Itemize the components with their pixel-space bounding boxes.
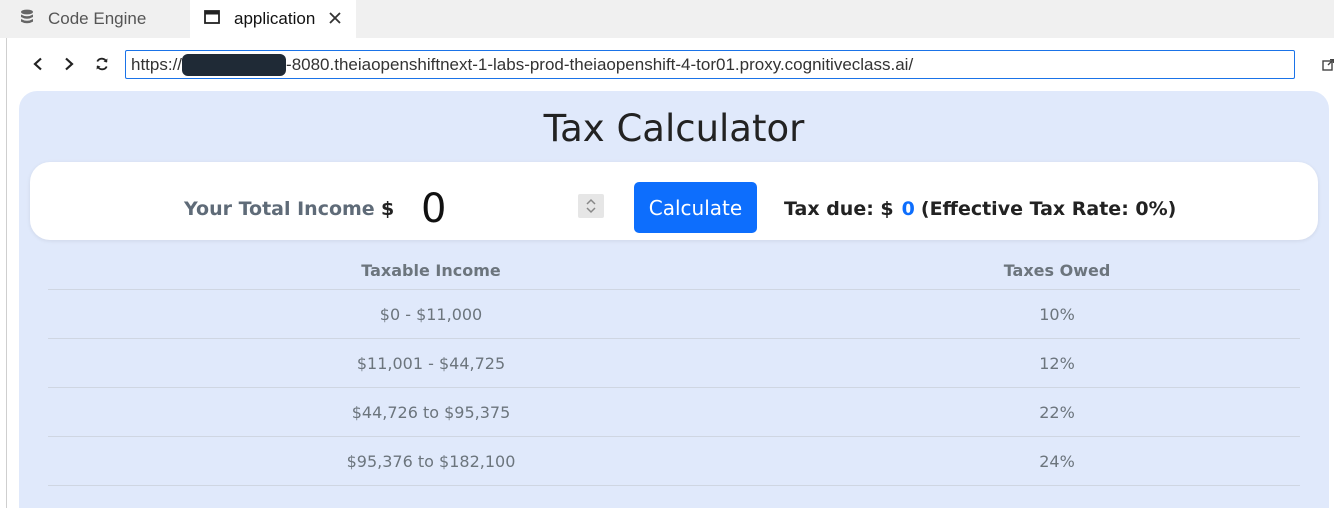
- table-row: $44,726 to $95,375 22%: [48, 388, 1300, 437]
- redacted-url-segment: [182, 53, 287, 76]
- url-prefix: https://: [131, 55, 183, 74]
- url-suffix: -8080.theiaopenshiftnext-1-labs-prod-the…: [286, 55, 914, 74]
- income-input[interactable]: [421, 185, 591, 233]
- tax-due-label: Tax due: $: [784, 198, 894, 220]
- chevron-right-icon: [65, 57, 74, 71]
- table-row: $11,001 - $44,725 12%: [48, 339, 1300, 388]
- currency-symbol: $: [381, 198, 395, 220]
- tab-label: application: [234, 9, 316, 28]
- calculate-button[interactable]: Calculate: [634, 182, 757, 233]
- open-external-icon[interactable]: [1322, 58, 1334, 76]
- url-input[interactable]: https:// -8080.theiaopenshiftnext-1-labs-…: [125, 50, 1295, 79]
- tab-label: Code Engine: [48, 9, 147, 28]
- panel-border: [6, 38, 7, 508]
- database-icon: [20, 9, 34, 30]
- reload-button[interactable]: [92, 54, 112, 74]
- column-header: Taxes Owed: [1003, 261, 1111, 280]
- calculator-card: Your Total Income $ Calculate Tax due: $…: [30, 162, 1318, 240]
- taxable-income-cell: $11,001 - $44,725: [356, 353, 506, 373]
- forward-button[interactable]: [59, 54, 79, 74]
- window-icon: [204, 9, 220, 29]
- table-row: $95,376 to $182,100 24%: [48, 437, 1300, 486]
- tax-calculator-app: Tax Calculator Your Total Income $ Calcu…: [19, 91, 1329, 508]
- tab-application[interactable]: application: [190, 0, 356, 38]
- taxable-income-cell: $0 - $11,000: [379, 304, 483, 324]
- taxes-owed-cell: 10%: [1039, 304, 1075, 324]
- taxable-income-cell: $95,376 to $182,100: [346, 451, 516, 471]
- column-header: Taxable Income: [361, 261, 501, 280]
- refresh-icon: [96, 57, 108, 71]
- taxes-owed-cell: 24%: [1039, 451, 1075, 471]
- table-row: $0 - $11,000 10%: [48, 290, 1300, 339]
- tax-bracket-table: Taxable Income Taxes Owed $0 - $11,000 1…: [48, 248, 1300, 486]
- taxes-owed-cell: 12%: [1039, 353, 1075, 373]
- close-icon[interactable]: [328, 9, 342, 29]
- page-title: Tax Calculator: [543, 107, 805, 150]
- number-spinner[interactable]: [578, 194, 604, 218]
- taxable-income-cell: $44,726 to $95,375: [351, 402, 511, 422]
- tax-due-value: 0: [901, 198, 915, 220]
- table-header: Taxable Income Taxes Owed: [48, 248, 1300, 290]
- back-button[interactable]: [28, 54, 48, 74]
- tax-due-result: Tax due: $ 0 (Effective Tax Rate: 0%): [784, 198, 1176, 220]
- tab-bar: Code Engine application: [0, 0, 1334, 38]
- navigation-bar: https:// -8080.theiaopenshiftnext-1-labs-…: [0, 38, 1334, 90]
- effective-tax-rate: (Effective Tax Rate: 0%): [920, 198, 1177, 220]
- income-label: Your Total Income: [184, 198, 375, 220]
- tab-code-engine[interactable]: Code Engine: [0, 0, 188, 38]
- chevron-left-icon: [33, 57, 42, 71]
- taxes-owed-cell: 22%: [1039, 402, 1075, 422]
- spinner-arrows-icon: [586, 198, 596, 214]
